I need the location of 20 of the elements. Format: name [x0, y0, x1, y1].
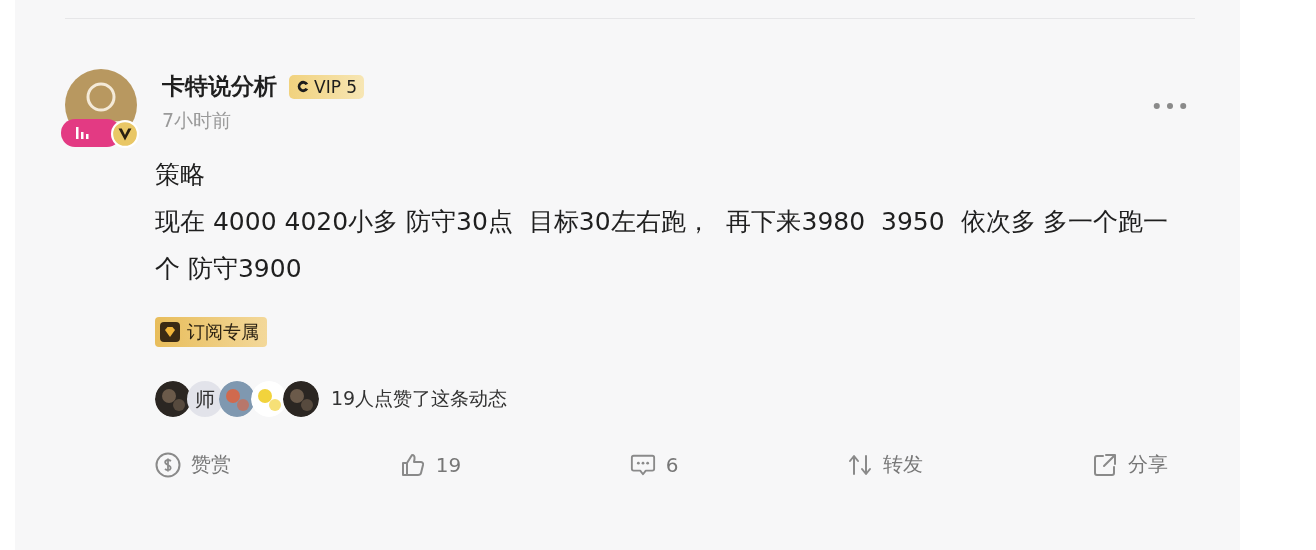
post-text: 现在 4000 4020小多 防守30点 目标30左右跑， 再下来3980 3950 依次多 多一个跑一个 防守3900 — [155, 206, 1170, 285]
action-button[interactable]: 19 — [399, 451, 462, 478]
more-icon[interactable] — [1153, 102, 1187, 110]
liker-avatar[interactable]: 师 — [187, 381, 223, 417]
tag-label: 订阅专属 — [187, 320, 259, 344]
thumbs-up-icon — [399, 451, 426, 478]
action-button[interactable]: 分享 — [1092, 451, 1168, 478]
share-icon — [1092, 451, 1118, 478]
action-button[interactable]: 转发 — [847, 451, 924, 478]
post-text: 策略 — [155, 159, 206, 191]
action-button[interactable]: 赞赏 — [155, 451, 231, 478]
bars-icon — [75, 127, 89, 139]
verified-v-icon — [111, 120, 139, 148]
likes-summary: 19人点赞了这条动态 — [331, 386, 508, 411]
author-name[interactable]: 卡特说分析 — [162, 71, 277, 102]
action-button[interactable]: 6 — [629, 451, 679, 478]
vip-ring-icon — [296, 79, 311, 94]
vip-level: VIP 5 — [314, 76, 358, 97]
post-time: 7小时前 — [162, 108, 233, 133]
coin-icon — [155, 451, 181, 478]
